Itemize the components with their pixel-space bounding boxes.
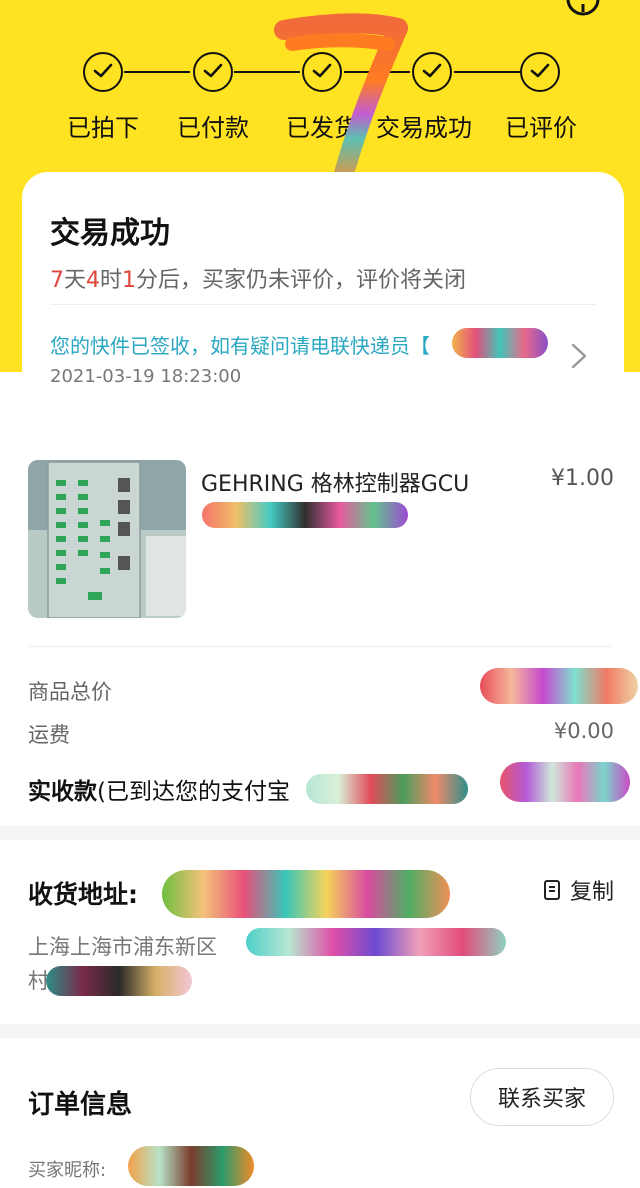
back-arrow-icon[interactable] [38,0,68,12]
redaction-blot [162,870,450,918]
status-card[interactable]: 交易成功 7天4时1分后，买家仍未评价，评价将关闭 您的快件已签收，如有疑问请电… [22,172,624,416]
copy-button[interactable]: 复制 [542,874,614,906]
logistics-text: 您的快件已签收，如有疑问请电联快递员【 [50,334,430,358]
step-connector [124,71,190,73]
shipping-value: ¥0.00 [553,719,614,743]
step-check-icon [193,52,233,92]
step-label: 已拍下 [67,114,139,142]
redaction-blot [46,966,192,996]
redaction-blot [202,502,408,528]
info-icon[interactable] [566,0,600,16]
order-info-title: 订单信息 [28,1090,133,1120]
product-image[interactable] [28,460,186,618]
step-label: 已评价 [505,114,577,142]
divider [50,304,596,305]
step-connector [454,71,520,73]
redaction-blot [452,328,548,358]
redaction-blot [480,668,638,704]
step-label: 已付款 [177,114,249,142]
section-gap [0,826,640,840]
redaction-blot [128,1146,254,1186]
total-label: 商品总价 [28,680,112,704]
status-title: 交易成功 [50,216,170,251]
shipping-label: 运费 [28,723,70,747]
buyer-nickname-label: 买家昵称: [28,1160,107,1181]
step-check-icon [520,52,560,92]
product-name[interactable]: GEHRING 格林控制器GCU [201,466,469,498]
copy-icon [543,880,560,900]
received-row: 实收款(已到达您的支付宝 [28,779,290,805]
redaction-blot [246,928,506,956]
logistics-time: 2021-03-19 18:23:00 [50,366,242,387]
redaction-blot [306,774,468,804]
product-price: ¥1.00 [551,466,614,491]
contact-buyer-button[interactable]: 联系买家 [470,1068,614,1126]
redaction-blot [500,762,630,802]
countdown-text: 7天4时1分后，买家仍未评价，评价将关闭 [50,268,467,293]
chevron-right-icon[interactable] [570,342,588,370]
section-gap [0,1024,640,1038]
divider [28,646,612,647]
address-label: 收货地址: [28,880,138,909]
step-check-icon [83,52,123,92]
